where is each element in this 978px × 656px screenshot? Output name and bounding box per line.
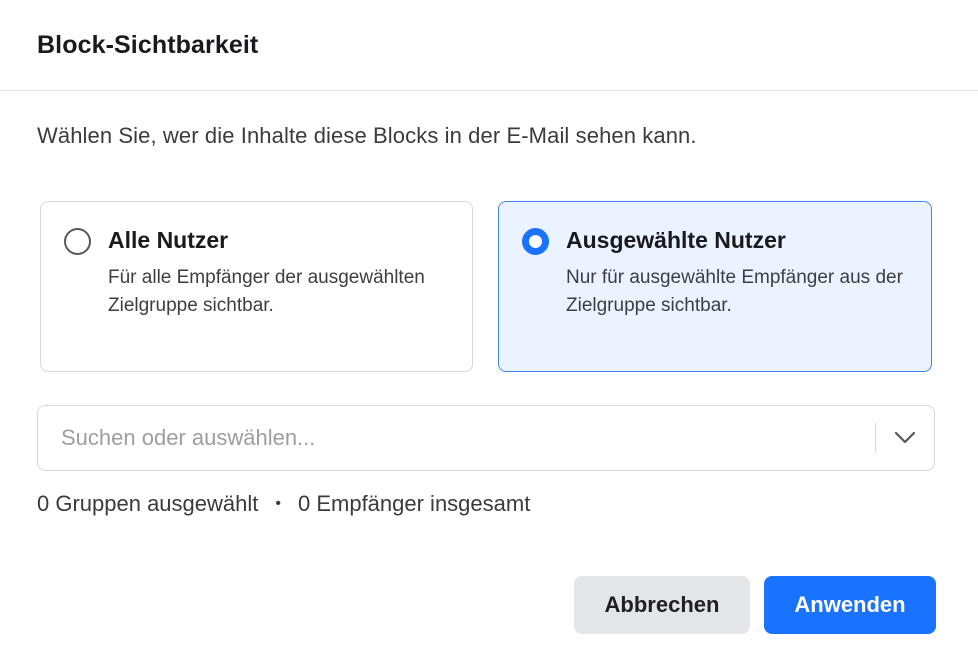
dialog-header: Block-Sichtbarkeit: [0, 0, 978, 91]
option-all-users-title: Alle Nutzer: [108, 227, 229, 253]
option-selected-users[interactable]: Ausgewählte Nutzer Nur für ausgewählte E…: [498, 201, 932, 372]
radio-all-users[interactable]: [64, 228, 91, 255]
block-visibility-dialog: Block-Sichtbarkeit Wählen Sie, wer die I…: [0, 0, 978, 656]
option-all-users-description: Für alle Empfänger der ausgewählten Ziel…: [108, 267, 425, 316]
apply-button[interactable]: Anwenden: [764, 576, 936, 634]
option-all-users[interactable]: Alle Nutzer Für alle Empfänger der ausge…: [40, 201, 473, 372]
cancel-button[interactable]: Abbrechen: [574, 576, 750, 634]
selection-summary: 0 Gruppen ausgewählt • 0 Empfänger insge…: [37, 491, 530, 517]
recipients-count: 0 Empfänger insgesamt: [297, 491, 531, 516]
option-selected-users-description: Nur für ausgewählte Empfänger aus der Zi…: [566, 267, 903, 316]
radio-selected-users[interactable]: [522, 228, 549, 255]
option-selected-users-title: Ausgewählte Nutzer: [566, 227, 786, 253]
summary-separator: •: [275, 495, 281, 512]
groups-count: 0 Gruppen ausgewählt: [37, 491, 259, 516]
chevron-down-icon[interactable]: [876, 406, 934, 470]
dialog-description: Wählen Sie, wer die Inhalte diese Blocks…: [37, 123, 697, 148]
dialog-title: Block-Sichtbarkeit: [37, 30, 259, 59]
recipient-select[interactable]: [37, 405, 935, 471]
recipient-search-input[interactable]: [38, 406, 875, 470]
